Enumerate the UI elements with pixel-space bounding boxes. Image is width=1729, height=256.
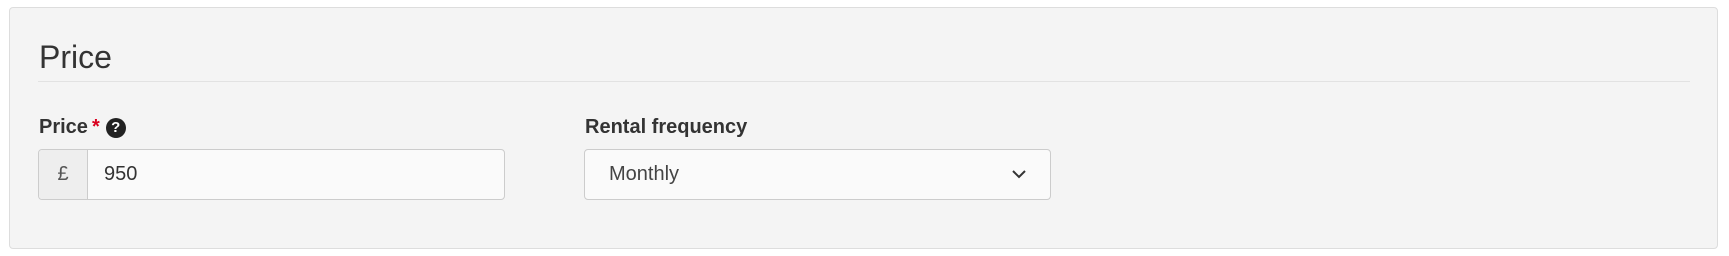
price-panel: Price Price*? £ Rental frequency Monthly	[9, 7, 1718, 249]
section-divider	[38, 81, 1690, 82]
price-input[interactable]	[88, 150, 504, 199]
price-input-group: £	[38, 149, 505, 200]
price-label-text: Price	[39, 116, 88, 138]
currency-addon: £	[39, 150, 88, 199]
section-title: Price	[39, 39, 112, 75]
rental-frequency-select[interactable]: Monthly	[584, 149, 1051, 200]
chevron-down-icon	[1012, 168, 1026, 182]
required-marker: *	[91, 116, 100, 138]
rental-frequency-label: Rental frequency	[585, 116, 748, 138]
rental-frequency-value: Monthly	[609, 163, 680, 185]
question-circle-icon[interactable]: ?	[105, 118, 126, 138]
price-label: Price *?	[39, 117, 126, 138]
